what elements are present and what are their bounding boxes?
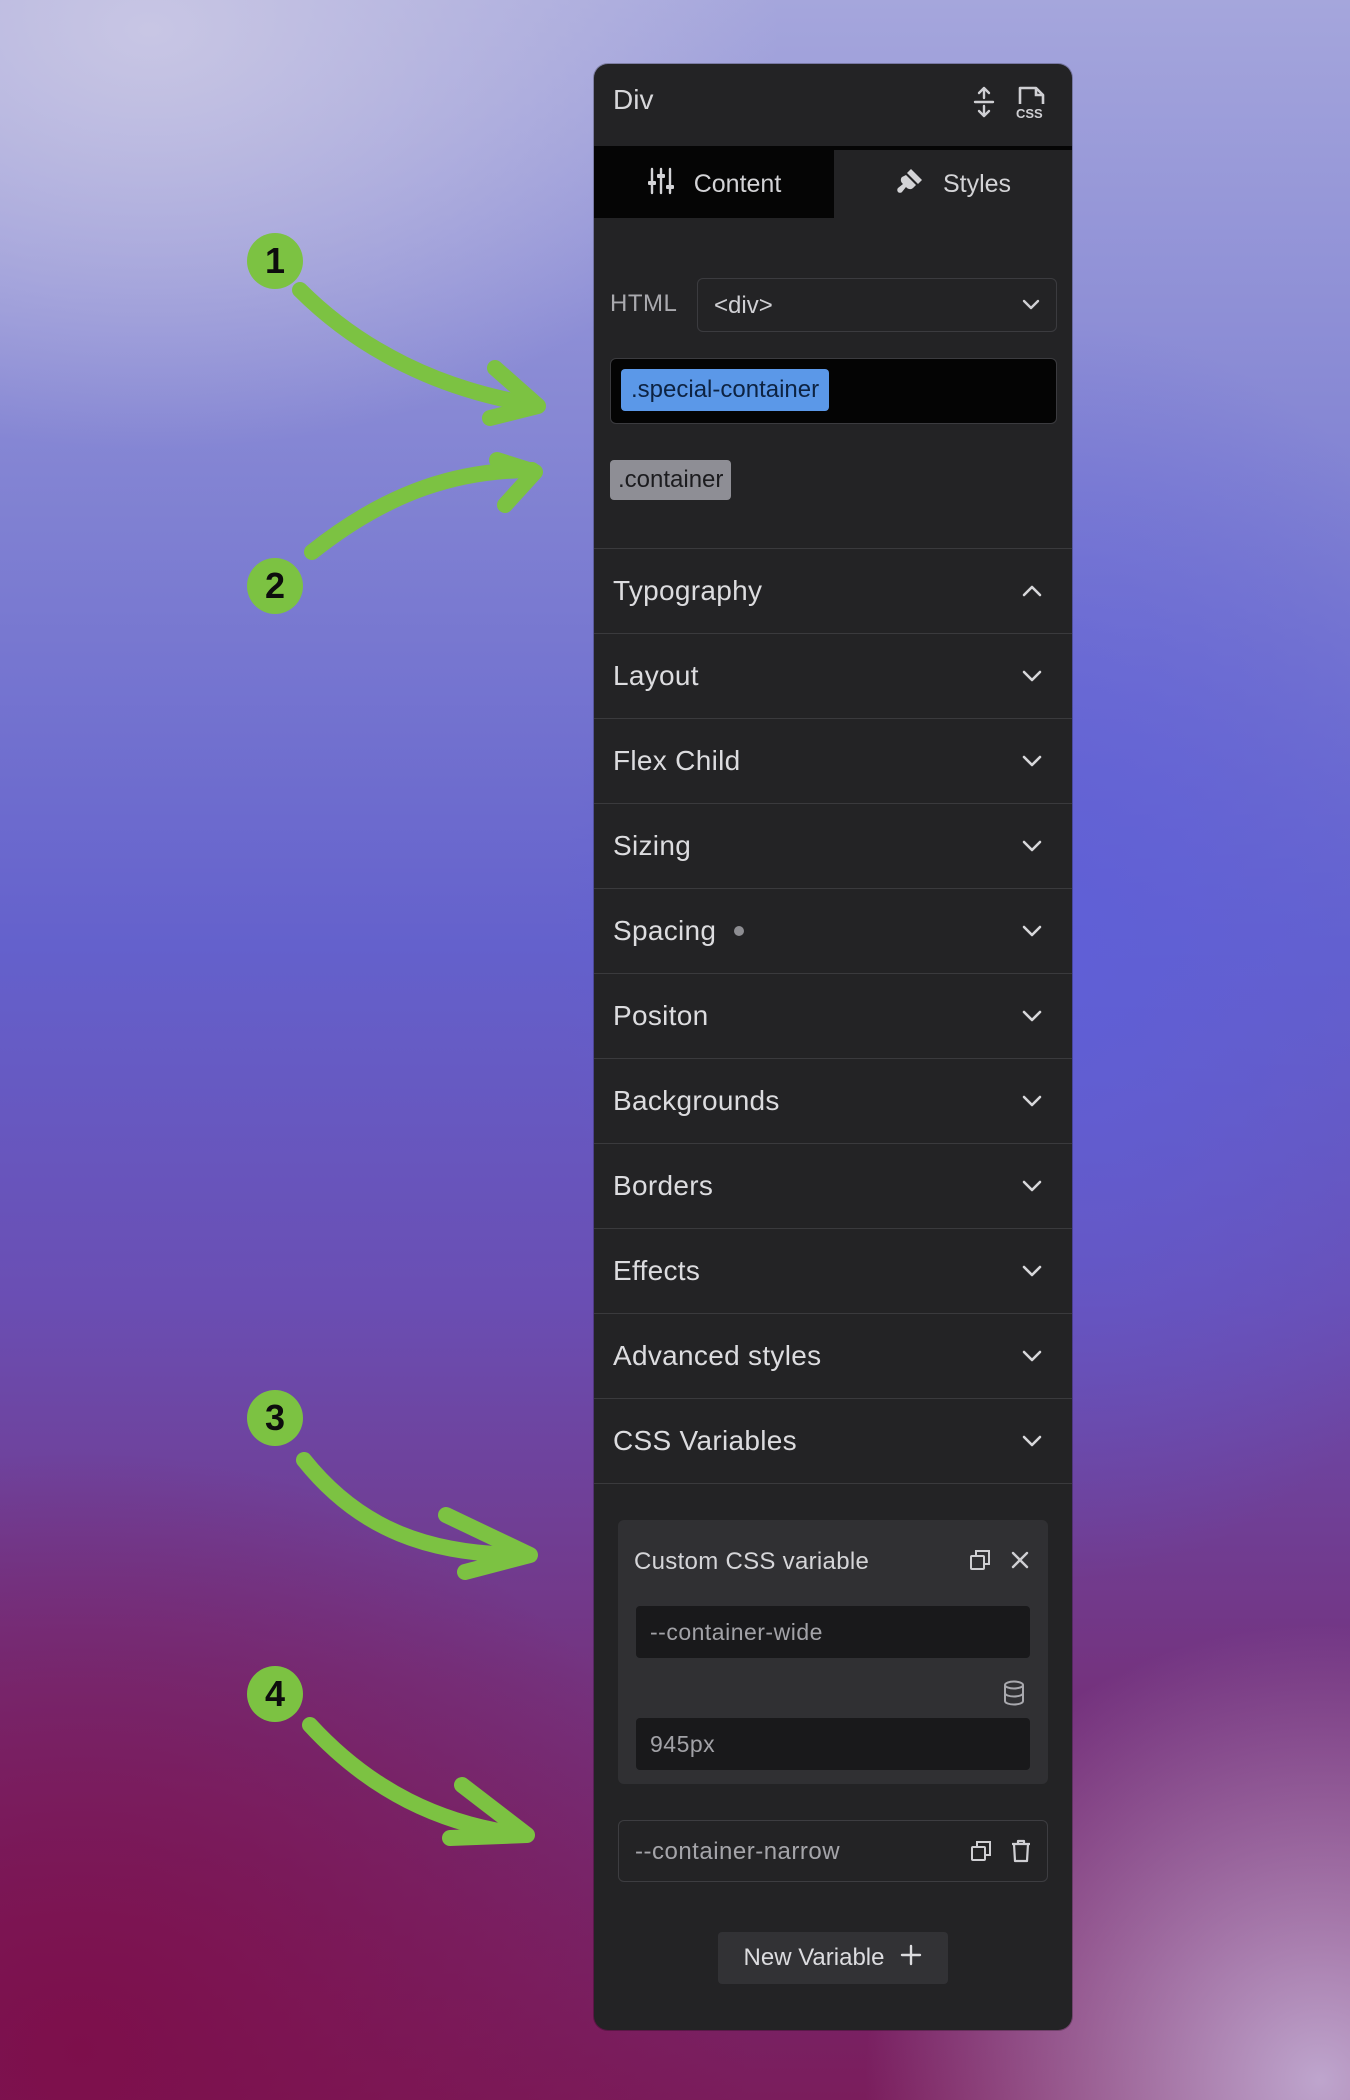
html-tag-label: HTML: [610, 290, 678, 317]
arrow-4-head: [442, 1777, 535, 1846]
annotation-badge-4: 4: [247, 1666, 303, 1722]
tab-content[interactable]: Content: [594, 150, 833, 218]
panel-tabs: Content Styles: [594, 146, 1072, 218]
section-spacing[interactable]: Spacing: [594, 888, 1072, 973]
duplicate-icon[interactable]: [965, 1835, 997, 1867]
css-variable-card-title: Custom CSS variable: [634, 1548, 870, 1575]
close-icon[interactable]: [1004, 1544, 1036, 1576]
chevron-down-icon: [1020, 919, 1044, 948]
panel-header: Div CSS: [594, 64, 1072, 144]
arrow-4: [302, 1717, 533, 1843]
arrow-3-head: [438, 1507, 538, 1580]
section-label: Backgrounds: [613, 1085, 780, 1116]
chevron-down-icon: [1020, 834, 1044, 863]
modified-indicator-dot: [734, 926, 745, 936]
section-label: Effects: [613, 1255, 701, 1286]
arrow-2: [304, 462, 540, 560]
annotation-badge-2: 2: [247, 558, 303, 614]
annotation-badge-1: 1: [247, 233, 303, 289]
chevron-down-icon: [1020, 1089, 1044, 1118]
section-flex-child[interactable]: Flex Child: [594, 718, 1072, 803]
class-selector-input[interactable]: .special-container: [610, 358, 1057, 424]
section-label: Typography: [613, 575, 763, 606]
arrow-1-head: [482, 360, 546, 426]
html-tag-select[interactable]: <div>: [697, 278, 1057, 332]
chevron-down-icon: [1020, 1174, 1044, 1203]
section-sizing[interactable]: Sizing: [594, 803, 1072, 888]
brush-icon: [895, 166, 925, 203]
plus-icon: [900, 1944, 922, 1973]
svg-text:CSS: CSS: [1016, 106, 1043, 120]
tab-content-label: Content: [693, 169, 782, 198]
tab-styles-label: Styles: [942, 169, 1012, 198]
variable-name-label: --container-narrow: [635, 1838, 841, 1865]
expand-collapse-icon[interactable]: [966, 84, 1002, 120]
section-label: Spacing: [613, 915, 717, 946]
tab-styles[interactable]: Styles: [834, 150, 1072, 218]
element-title: Div: [613, 84, 654, 115]
css-variable-card: Custom CSS variable --container-wide 945…: [618, 1520, 1048, 1784]
css-file-icon[interactable]: CSS: [1014, 84, 1050, 120]
variable-name-field[interactable]: --container-wide: [636, 1606, 1030, 1658]
chevron-up-icon: [1020, 579, 1044, 608]
section-position[interactable]: Positon: [594, 973, 1072, 1058]
sliders-icon: [646, 166, 676, 203]
trash-icon[interactable]: [1005, 1835, 1037, 1867]
new-variable-button[interactable]: New Variable: [718, 1932, 948, 1984]
chevron-down-icon: [1020, 749, 1044, 778]
section-layout[interactable]: Layout: [594, 633, 1072, 718]
chevron-down-icon: [1020, 1259, 1044, 1288]
html-tag-value: <div>: [714, 292, 773, 319]
arrow-1: [292, 282, 543, 413]
section-label: Flex Child: [613, 745, 741, 776]
section-label: Positon: [613, 1000, 709, 1031]
section-backgrounds[interactable]: Backgrounds: [594, 1058, 1072, 1143]
section-advanced-styles[interactable]: Advanced styles: [594, 1313, 1072, 1398]
chevron-down-icon: [1020, 1344, 1044, 1373]
style-sections: Typography Layout Flex Child Sizing Spac…: [594, 548, 1072, 1484]
chevron-down-icon: [1020, 1004, 1044, 1033]
section-label: Borders: [613, 1170, 714, 1201]
inherited-class-chip[interactable]: .container: [610, 460, 732, 500]
arrow-2-head: [489, 452, 543, 513]
section-borders[interactable]: Borders: [594, 1143, 1072, 1228]
chevron-down-icon: [1020, 664, 1044, 693]
style-panel: Div CSS Content Styles HTML <div> .speci…: [594, 64, 1072, 2030]
database-icon[interactable]: [1002, 1680, 1026, 1711]
annotation-badge-3: 3: [247, 1390, 303, 1446]
section-effects[interactable]: Effects: [594, 1228, 1072, 1313]
section-label: Sizing: [613, 830, 692, 861]
chevron-down-icon: [1020, 1429, 1044, 1458]
section-css-variables[interactable]: CSS Variables: [594, 1398, 1072, 1484]
duplicate-icon[interactable]: [964, 1544, 996, 1576]
css-variable-row[interactable]: --container-narrow: [618, 1820, 1048, 1882]
arrow-3: [296, 1452, 533, 1563]
section-label: Advanced styles: [613, 1340, 822, 1371]
section-label: Layout: [613, 660, 699, 691]
variable-value-field[interactable]: 945px: [636, 1718, 1030, 1770]
section-label: CSS Variables: [613, 1425, 797, 1456]
active-class-chip[interactable]: .special-container: [621, 369, 830, 411]
section-typography[interactable]: Typography: [594, 548, 1072, 633]
new-variable-label: New Variable: [743, 1944, 885, 1971]
chevron-down-icon: [1020, 293, 1042, 320]
